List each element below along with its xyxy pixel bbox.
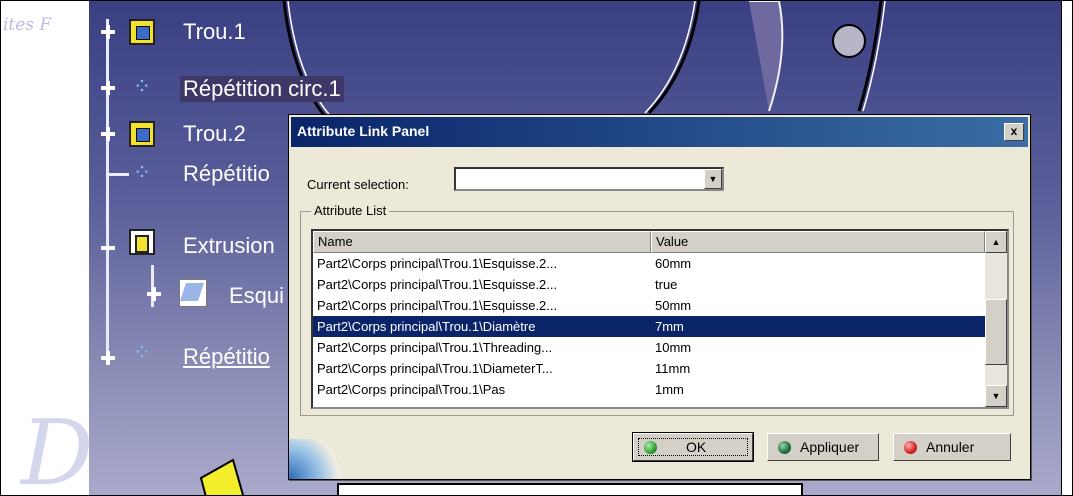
watermark-text: ites F [3, 15, 52, 35]
catia-logo [289, 439, 349, 479]
tree-item-label: Trou.1 [183, 19, 246, 44]
apply-label: Appliquer [800, 439, 860, 455]
attribute-value: 60mm [655, 256, 692, 271]
apply-button[interactable]: Appliquer [767, 433, 879, 461]
collapse-icon[interactable] [101, 241, 115, 255]
attribute-name: Part2\Corps principal\Trou.1\Threading..… [317, 340, 553, 355]
expand-icon[interactable] [101, 127, 115, 141]
attribute-name: Part2\Corps principal\Trou.1\Esquisse.2.… [317, 298, 558, 313]
tree-item-label: Trou.2 [183, 121, 246, 146]
dropdown-arrow-icon[interactable]: ▼ [704, 169, 722, 189]
tree-connector [107, 173, 129, 176]
circular-pattern-icon: ⁘ [132, 75, 152, 100]
dialog-title: Attribute Link Panel [297, 123, 430, 139]
attribute-value: 11mm [655, 361, 691, 376]
attribute-name: Part2\Corps principal\Trou.1\DiameterT..… [317, 361, 553, 376]
attribute-value: 7mm [655, 319, 684, 334]
hole-feature-icon [129, 121, 155, 147]
table-row[interactable]: Part2\Corps principal\Trou.1\Esquisse.2.… [313, 274, 985, 295]
table-row[interactable]: Part2\Corps principal\Trou.1\Esquisse.2.… [313, 295, 985, 316]
attribute-name: Part2\Corps principal\Trou.1\Pas [317, 382, 506, 397]
yellow-arrow-icon [199, 458, 245, 495]
attribute-value: true [655, 277, 678, 292]
tree-item-label: Extrusion [183, 233, 275, 258]
sketch-icon [179, 279, 207, 307]
hole-feature-icon [129, 19, 155, 45]
ok-icon [644, 441, 657, 454]
cancel-icon [904, 441, 917, 454]
attribute-name: Part2\Corps principal\Trou.1\Esquisse.2.… [317, 256, 558, 271]
ok-label: OK [686, 439, 707, 455]
attribute-list-label: Attribute List [311, 203, 390, 218]
attribute-link-panel-dialog: Attribute Link Panel x Current selection… [288, 114, 1031, 480]
screenshot-frame: ites F D Trou.1 ⁘ Répétition circ.1 Trou… [0, 0, 1073, 496]
scroll-down-icon[interactable]: ▼ [985, 385, 1007, 407]
tree-item-label: Répétitio [183, 161, 270, 186]
watermark-letter: D [21, 401, 89, 495]
tree-trunk [106, 19, 109, 359]
vertical-scrollbar[interactable]: ▲ ▼ [985, 231, 1007, 407]
expand-icon[interactable] [147, 287, 161, 301]
attribute-value: 10mm [655, 340, 692, 355]
attribute-value: 1mm [655, 382, 684, 397]
circular-pattern-icon: ⁘ [132, 341, 152, 366]
close-button[interactable]: x [1004, 123, 1024, 141]
attribute-value: 50mm [655, 298, 692, 313]
scrollbar-thumb[interactable] [985, 299, 1007, 365]
current-selection-label: Current selection: [307, 177, 409, 192]
table-row[interactable]: Part2\Corps principal\Trou.1\Pas 1mm [313, 379, 985, 400]
column-header-name[interactable]: Name [313, 231, 651, 253]
dialog-titlebar[interactable]: Attribute Link Panel x [291, 117, 1028, 147]
attribute-list[interactable]: Name Value Part2\Corps principal\Trou.1\… [311, 229, 1009, 409]
column-header-value[interactable]: Value [651, 231, 985, 253]
document-margin: ites F D [1, 1, 89, 495]
tree-item-label: Répétitio [183, 344, 270, 369]
table-row[interactable]: Part2\Corps principal\Trou.1\Threading..… [313, 337, 985, 358]
extrusion-icon [129, 229, 155, 255]
table-row[interactable]: Part2\Corps principal\Trou.1\Esquisse.2.… [313, 253, 985, 274]
apply-icon [778, 441, 791, 454]
tree-item-label: Répétition circ.1 [180, 76, 344, 102]
attribute-name: Part2\Corps principal\Trou.1\Diamètre [317, 319, 536, 334]
expand-icon[interactable] [101, 81, 115, 95]
scroll-up-icon[interactable]: ▲ [985, 231, 1007, 253]
ok-button[interactable]: OK [632, 432, 754, 462]
cancel-button[interactable]: Annuler [893, 433, 1011, 461]
tree-item-label: Esqui [229, 283, 285, 308]
table-row[interactable]: Part2\Corps principal\Trou.1\DiameterT..… [313, 358, 985, 379]
cancel-label: Annuler [926, 439, 975, 455]
page-edge [1061, 1, 1072, 495]
annotation-box [337, 483, 803, 495]
expand-icon[interactable] [101, 351, 115, 365]
expand-icon[interactable] [101, 25, 115, 39]
table-row-selected[interactable]: Part2\Corps principal\Trou.1\Diamètre 7m… [313, 316, 985, 337]
current-selection-dropdown[interactable]: ▼ [454, 167, 724, 191]
attribute-name: Part2\Corps principal\Trou.1\Esquisse.2.… [317, 277, 558, 292]
circular-pattern-icon: ⁘ [132, 161, 152, 186]
